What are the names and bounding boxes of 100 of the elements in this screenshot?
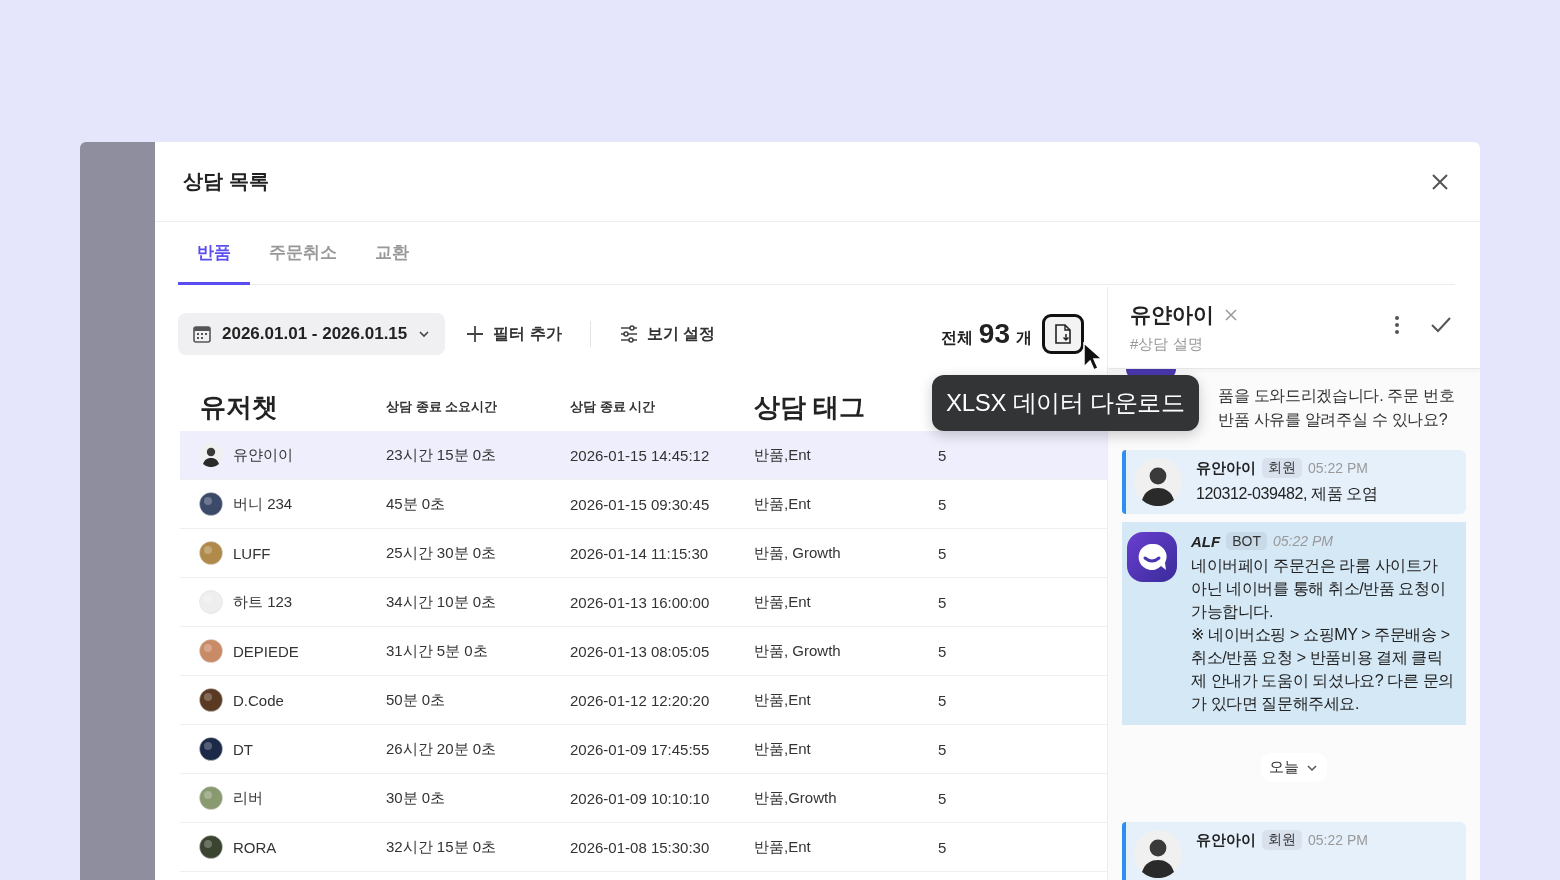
table-cell: RORA [233,838,277,856]
table-cell: 2026-01-15 09:30:45 [570,495,710,513]
plus-icon [465,324,486,344]
table-row[interactable]: 리버 30분 0초 2026-01-09 10:10:10 반품,Growth 5 [180,774,1107,823]
table-cell: LUFF [233,544,271,562]
bot-avatar-icon [1127,532,1177,582]
user-avatar-icon [1134,458,1182,506]
message-text: 120312-039482, 제품 오염 [1196,484,1378,504]
table-cell: 30분 0초 [386,788,446,808]
table-cell: 반품, Growth [754,641,841,661]
avatar-icon [199,786,223,810]
table-cell: 리버 [233,788,263,808]
message-text: 품을 도와드리겠습니다. 주문 번호 [1218,386,1455,406]
role-badge: BOT [1226,532,1267,550]
view-settings-button[interactable]: 보기 설정 [618,323,716,345]
table-cell: 50분 0초 [386,690,446,710]
table-cell: 반품,Growth [754,788,837,808]
message-text: 반품 사유를 알려주실 수 있나요? [1218,410,1449,430]
table-cell: DEPIEDE [233,642,299,660]
cursor-icon [1083,342,1103,372]
check-icon[interactable] [1430,316,1452,334]
total-unit: 개 [1016,328,1032,348]
message-author: 유안아이 [1196,458,1256,478]
table-cell: 2026-01-14 11:15:30 [570,544,709,562]
table-cell: 32시간 15분 0초 [386,837,497,857]
add-filter-button[interactable]: 필터 추가 [465,323,562,345]
sliders-icon [618,324,639,344]
table-cell: 2026-01-12 12:20:20 [570,691,710,709]
table-cell: 반품,Ent [754,592,811,612]
table-cell: DT [233,740,253,758]
table-cell: D.Code [233,691,284,709]
more-icon[interactable] [1394,315,1400,335]
role-badge: 회원 [1262,458,1302,478]
avatar-icon [199,590,223,614]
chat-description: #상담 설명 [1130,335,1204,354]
table-cell: 반품,Ent [754,494,811,514]
table-cell: 하트 123 [233,592,293,612]
message-author: 유안아이 [1196,830,1256,850]
table-cell: 반품,Ent [754,690,811,710]
avatar-icon [199,541,223,565]
avatar-icon [199,835,223,859]
table-cell: 2026-01-13 08:05:05 [570,642,710,660]
total-label: 전체 [940,328,973,348]
tooltip: XLSX 데이터 다운로드 [932,375,1199,431]
file-download-icon [1053,323,1073,345]
tab[interactable]: 반품 [178,222,250,285]
table-row[interactable]: DT 26시간 20분 0초 2026-01-09 17:45:55 반품,Ent 5 [180,725,1107,774]
table-cell: 반품,Ent [754,739,811,759]
table-cell: 5 [938,740,947,758]
message-time: 05:22 PM [1308,832,1368,848]
avatar-icon [199,688,223,712]
window-title: 상담 목록 [183,169,269,194]
message-time: 05:22 PM [1272,533,1333,549]
column-header: 유저챗 [200,391,278,422]
message-text: 네이버페이 주문건은 라룸 사이트가 아닌 네이버를 통해 취소/반품 요청이 가능합니다. ※ 네이버쇼핑 > 쇼핑MY > 주문배송 > 취소/반품 요청 > 반품비용 결제 클릭 제 안내가 도움이 되셨나요? 다른 문의가 있다면 질문해주세요. [1191,556,1455,714]
table-cell: 반품,Ent [754,837,811,857]
avatar-icon [199,492,223,516]
table-row[interactable]: LUFF 25시간 30분 0초 2026-01-14 11:15:30 반품, Growth 5 [180,529,1107,578]
table-row[interactable]: 버니 234 45분 0초 2026-01-15 09:30:45 반품,Ent 5 [180,480,1107,529]
message-author: ALF [1191,532,1221,550]
chat-title: 유얀아이 [1130,302,1214,328]
avatar-icon [199,443,223,467]
date-range-picker[interactable]: 2026.01.01 - 2026.01.15 [178,313,446,355]
table-cell: 2026-01-15 14:45:12 [570,446,710,464]
table-row[interactable]: 하트 123 34시간 10분 0초 2026-01-13 16:00:00 반품,Ent 5 [180,578,1107,627]
download-button[interactable] [1042,314,1084,354]
date-divider[interactable]: 오늘 [1261,753,1327,782]
table-cell: 2026-01-13 16:00:00 [570,593,710,611]
table-cell: 2026-01-09 17:45:55 [570,740,710,758]
table-cell: 버니 234 [233,494,293,514]
table-cell: 45분 0초 [386,494,446,514]
table-row[interactable]: 유얀이이 23시간 15분 0초 2026-01-15 14:45:12 반품,Ent 5 [180,431,1107,480]
table-cell: 5 [938,446,947,464]
table-row[interactable]: RORA 32시간 15분 0초 2026-01-08 15:30:30 반품,Ent 5 [180,823,1107,872]
table-cell: 23시간 15분 0초 [386,445,497,465]
column-header: 상담 태그 [754,391,866,422]
table-cell: 5 [938,789,947,807]
table-cell: 유얀이이 [233,445,293,465]
table-cell: 2026-01-08 15:30:30 [570,838,710,856]
calendar-icon [192,324,212,344]
table-cell: 5 [938,642,947,660]
table-cell: 5 [938,838,947,856]
message-time: 05:22 PM [1308,460,1368,476]
table-cell: 반품,Ent [754,445,811,465]
table-cell: 26시간 20분 0초 [386,739,497,759]
avatar-icon [199,737,223,761]
total-count: 93 [978,318,1010,350]
avatar-icon [199,639,223,663]
role-badge: 회원 [1262,830,1302,850]
table-cell: 반품, Growth [754,543,841,563]
table-cell: 5 [938,593,947,611]
table-row[interactable]: DEPIEDE 31시간 5분 0초 2026-01-13 08:05:05 반품, Growth 5 [180,627,1107,676]
table-cell: 5 [938,495,947,513]
table-cell: 5 [938,544,947,562]
table-row[interactable]: D.Code 50분 0초 2026-01-12 12:20:20 반품,Ent 5 [180,676,1107,725]
table-cell: 5 [938,691,947,709]
table-cell: 31시간 5분 0초 [386,641,488,661]
column-header: 상담 종료 소요시간 [386,399,498,414]
table-cell: 2026-01-09 10:10:10 [570,789,710,807]
table-cell: 25시간 30분 0초 [386,543,497,563]
